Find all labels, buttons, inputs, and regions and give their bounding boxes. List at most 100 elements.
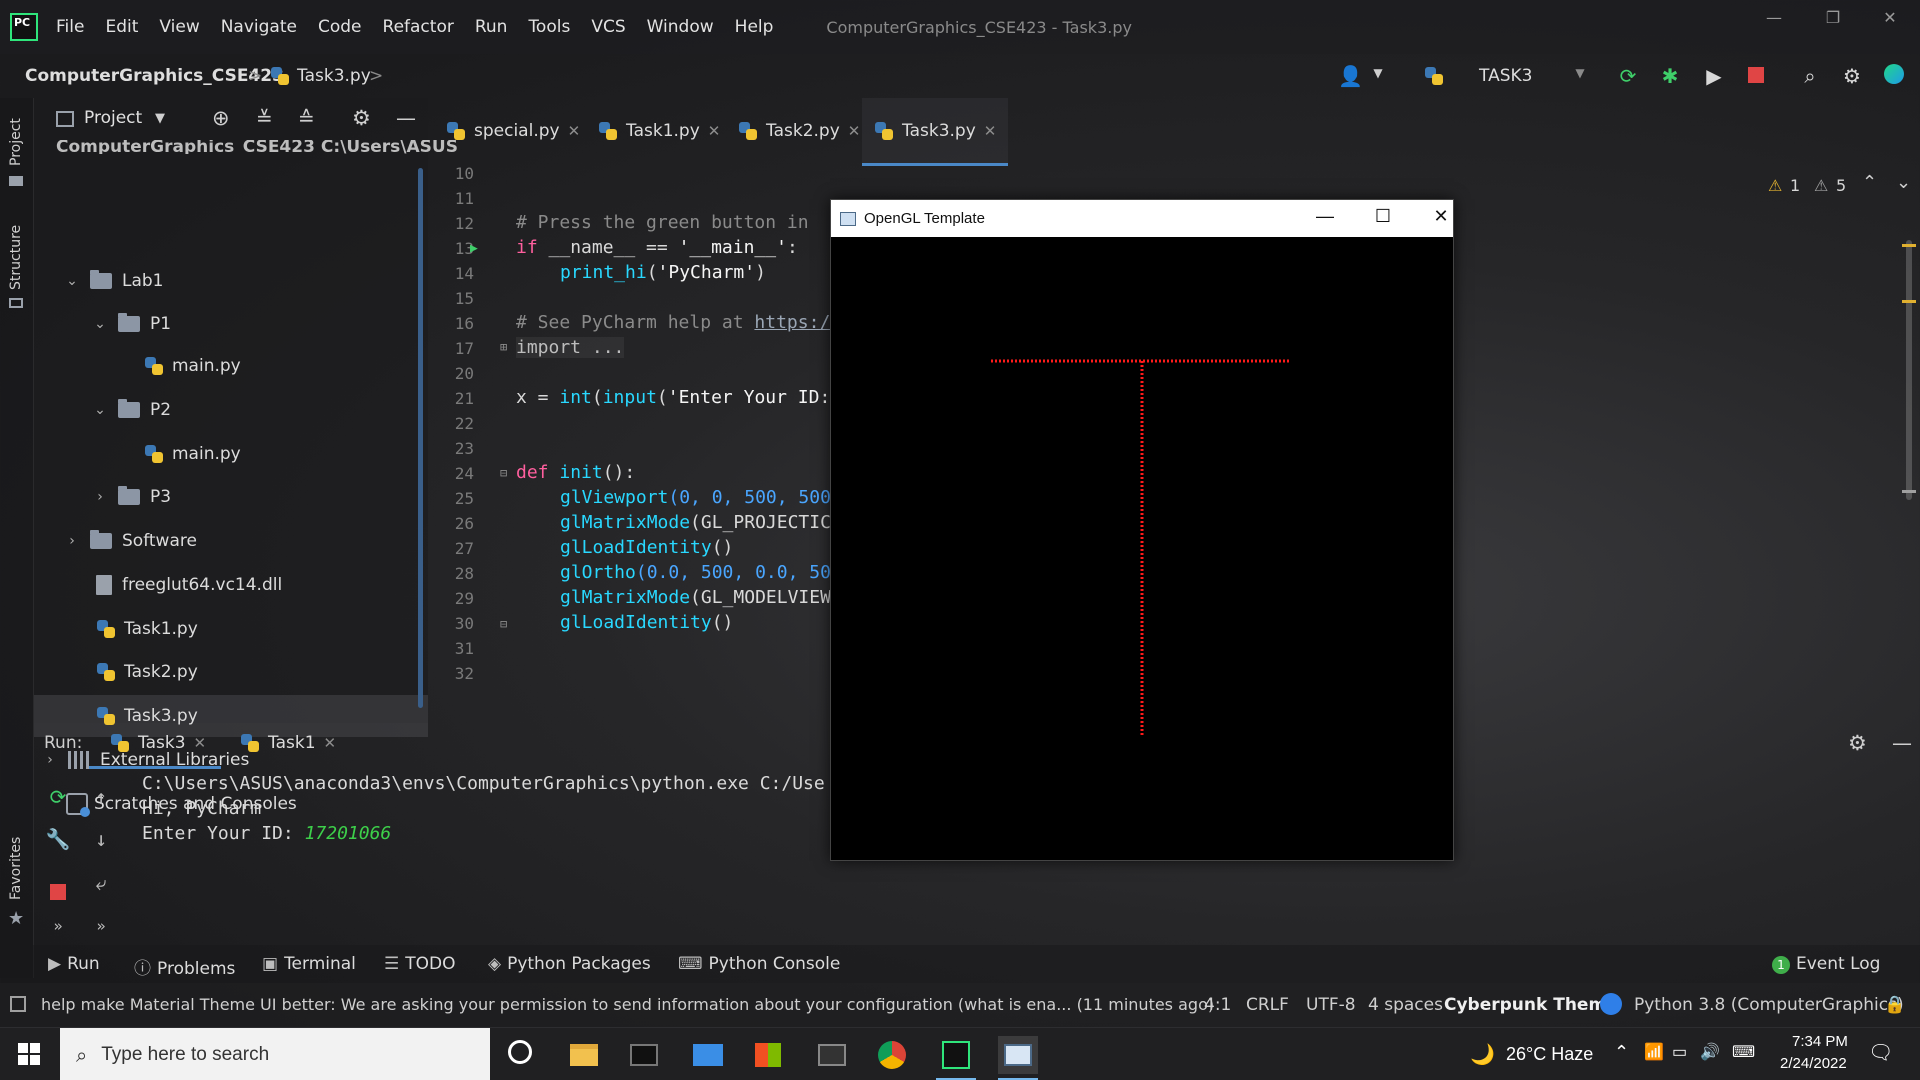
close-tab-icon[interactable]: ✕ <box>324 734 337 752</box>
minimize-window-button[interactable]: — <box>1759 8 1789 28</box>
chevron-down-icon[interactable]: ⌄ <box>92 402 108 418</box>
close-window-button[interactable]: ✕ <box>1875 8 1905 28</box>
hide-panel-icon[interactable]: — <box>1892 731 1912 755</box>
tree-item-task2[interactable]: Task2.py <box>96 657 198 687</box>
close-tab-icon[interactable]: ✕ <box>568 122 581 140</box>
console-input-line[interactable]: Enter Your ID: 17201066 <box>142 823 391 844</box>
pycharm-taskbar-icon[interactable] <box>936 1036 976 1080</box>
battery-icon[interactable]: ▭ <box>1672 1042 1687 1062</box>
lock-icon[interactable]: 🔒 <box>1884 995 1905 1015</box>
cortana-icon[interactable] <box>508 1040 532 1064</box>
menu-file[interactable]: File <box>56 17 84 37</box>
chevron-down-icon[interactable]: ⌄ <box>64 273 80 289</box>
tree-item-p2-main[interactable]: main.py <box>144 439 241 469</box>
console-user-input[interactable]: 17201066 <box>305 823 392 844</box>
clock-date[interactable]: 2/24/2022 <box>1780 1055 1847 1072</box>
python-console-tool-button[interactable]: ⌨ Python Console <box>678 954 840 974</box>
tree-item-p1-main[interactable]: main.py <box>144 351 241 381</box>
run-tab-task3[interactable]: Task3 ✕ <box>110 733 206 753</box>
menu-code[interactable]: Code <box>318 17 362 37</box>
tab-special-py[interactable]: special.py ✕ <box>446 112 580 150</box>
tree-item-p3[interactable]: › P3 <box>92 482 171 512</box>
settings-gear-icon[interactable]: ⚙ <box>1848 731 1867 755</box>
notification-center-icon[interactable]: 🗨 <box>1868 1040 1893 1065</box>
plugin-logo-icon[interactable] <box>1882 64 1906 88</box>
more-actions-icon[interactable]: » <box>88 917 114 943</box>
editor-scrollbar[interactable] <box>1906 240 1912 500</box>
breadcrumb-project[interactable]: ComputerGraphics_CSE423 <box>25 66 284 86</box>
tab-task1-py[interactable]: Task1.py ✕ <box>598 112 720 150</box>
chevron-down-icon[interactable]: ▼ <box>1366 66 1390 90</box>
run-config-dropdown-icon[interactable]: ▼ <box>1568 66 1592 90</box>
keyboard-icon[interactable]: ⌨ <box>1732 1042 1755 1062</box>
project-root-row[interactable]: ComputerGraphics_CSE423 C:\Users\ASUS <box>56 140 458 154</box>
terminal-tool-button[interactable]: ▣ Terminal <box>262 954 356 974</box>
fold-icon[interactable]: ⊞ <box>500 340 507 354</box>
windows-start-icon[interactable] <box>18 1043 40 1065</box>
chevron-right-icon[interactable]: › <box>64 533 80 549</box>
project-panel-scrollbar[interactable] <box>418 168 423 708</box>
restore-window-button[interactable]: ❐ <box>1818 8 1848 28</box>
close-tab-icon[interactable]: ✕ <box>708 122 721 140</box>
menu-run[interactable]: Run <box>475 17 508 37</box>
file-explorer-icon[interactable] <box>564 1036 604 1074</box>
run-tab-task1[interactable]: Task1 ✕ <box>240 733 336 753</box>
fold-icon[interactable]: ⊟ <box>500 617 507 631</box>
close-tab-icon[interactable]: ✕ <box>984 122 997 140</box>
error-stripe-marker[interactable] <box>1902 300 1916 303</box>
python-packages-tool-button[interactable]: ◈ Python Packages <box>488 954 651 974</box>
run-tool-button[interactable]: ▶ Run <box>48 954 100 974</box>
run-with-coverage-icon[interactable]: ▶ <box>1702 64 1726 88</box>
fold-icon[interactable]: ⊟ <box>500 466 507 480</box>
run-gutter-icon[interactable]: ▶ <box>470 241 478 256</box>
opengl-maximize-button[interactable]: ☐ <box>1363 206 1403 232</box>
line-separator[interactable]: CRLF <box>1246 995 1289 1015</box>
mail-icon[interactable] <box>688 1036 728 1074</box>
search-icon[interactable]: ⌕ <box>1798 64 1822 88</box>
indent-setting[interactable]: 4 spaces <box>1368 995 1443 1015</box>
error-stripe-marker[interactable] <box>1902 490 1916 493</box>
tree-item-task1[interactable]: Task1.py <box>96 614 198 644</box>
chrome-icon[interactable] <box>872 1036 912 1074</box>
chevron-down-icon[interactable]: ⌄ <box>92 316 108 332</box>
opengl-taskbar-icon[interactable] <box>998 1036 1038 1080</box>
tree-item-lab1[interactable]: ⌄ Lab1 <box>64 266 164 296</box>
rerun-icon[interactable]: ⟳ <box>1616 64 1640 88</box>
file-encoding[interactable]: UTF-8 <box>1306 995 1356 1015</box>
problems-tool-button[interactable]: ⓘ Problems <box>134 954 235 979</box>
weather-text[interactable]: 26°C Haze <box>1506 1044 1593 1065</box>
error-stripe-marker[interactable] <box>1902 244 1916 247</box>
menu-refactor[interactable]: Refactor <box>383 17 454 37</box>
network-icon[interactable]: 📶 <box>1644 1042 1664 1062</box>
structure-tool-tab[interactable]: Structure <box>8 225 24 290</box>
clock-time[interactable]: 7:34 PM <box>1792 1033 1848 1050</box>
menu-window[interactable]: Window <box>647 17 714 37</box>
tree-item-p2[interactable]: ⌄ P2 <box>92 395 171 425</box>
opengl-window-titlebar[interactable]: OpenGL Template — ☐ ✕ <box>831 200 1453 237</box>
taskbar-search-box[interactable]: ⌕ Type here to search <box>60 1028 490 1080</box>
close-tab-icon[interactable]: ✕ <box>848 122 861 140</box>
close-tab-icon[interactable]: ✕ <box>194 734 207 752</box>
menu-navigate[interactable]: Navigate <box>221 17 297 37</box>
todo-tool-button[interactable]: ☰ TODO <box>384 954 456 974</box>
code-link[interactable]: https:/ <box>754 312 830 333</box>
scroll-down-icon[interactable]: ↓ <box>88 827 114 853</box>
menu-edit[interactable]: Edit <box>105 17 138 37</box>
python-interpreter[interactable]: Python 3.8 (ComputerGraphics) <box>1634 995 1904 1015</box>
show-hidden-icons-icon[interactable]: ⌃ <box>1614 1042 1629 1063</box>
opengl-minimize-button[interactable]: — <box>1305 206 1345 232</box>
terminal-app-icon[interactable] <box>624 1036 664 1074</box>
hide-panel-icon[interactable]: — <box>396 106 416 130</box>
caret-position[interactable]: 4:1 <box>1204 995 1231 1015</box>
menu-view[interactable]: View <box>159 17 199 37</box>
collapse-all-icon[interactable]: ≙ <box>298 106 315 130</box>
event-log-button[interactable]: 1 Event Log <box>1772 954 1880 974</box>
tab-task2-py[interactable]: Task2.py ✕ <box>738 112 860 150</box>
settings-gear-icon[interactable]: ⚙ <box>352 106 371 130</box>
scroll-up-icon[interactable]: ↑ <box>88 785 114 811</box>
theme-color-indicator[interactable] <box>1600 993 1622 1015</box>
tree-item-p1[interactable]: ⌄ P1 <box>92 309 171 339</box>
project-tool-tab[interactable]: Project <box>8 118 24 166</box>
tree-item-software[interactable]: › Software <box>64 526 197 556</box>
debug-bug-icon[interactable]: ✱ <box>1658 64 1682 88</box>
